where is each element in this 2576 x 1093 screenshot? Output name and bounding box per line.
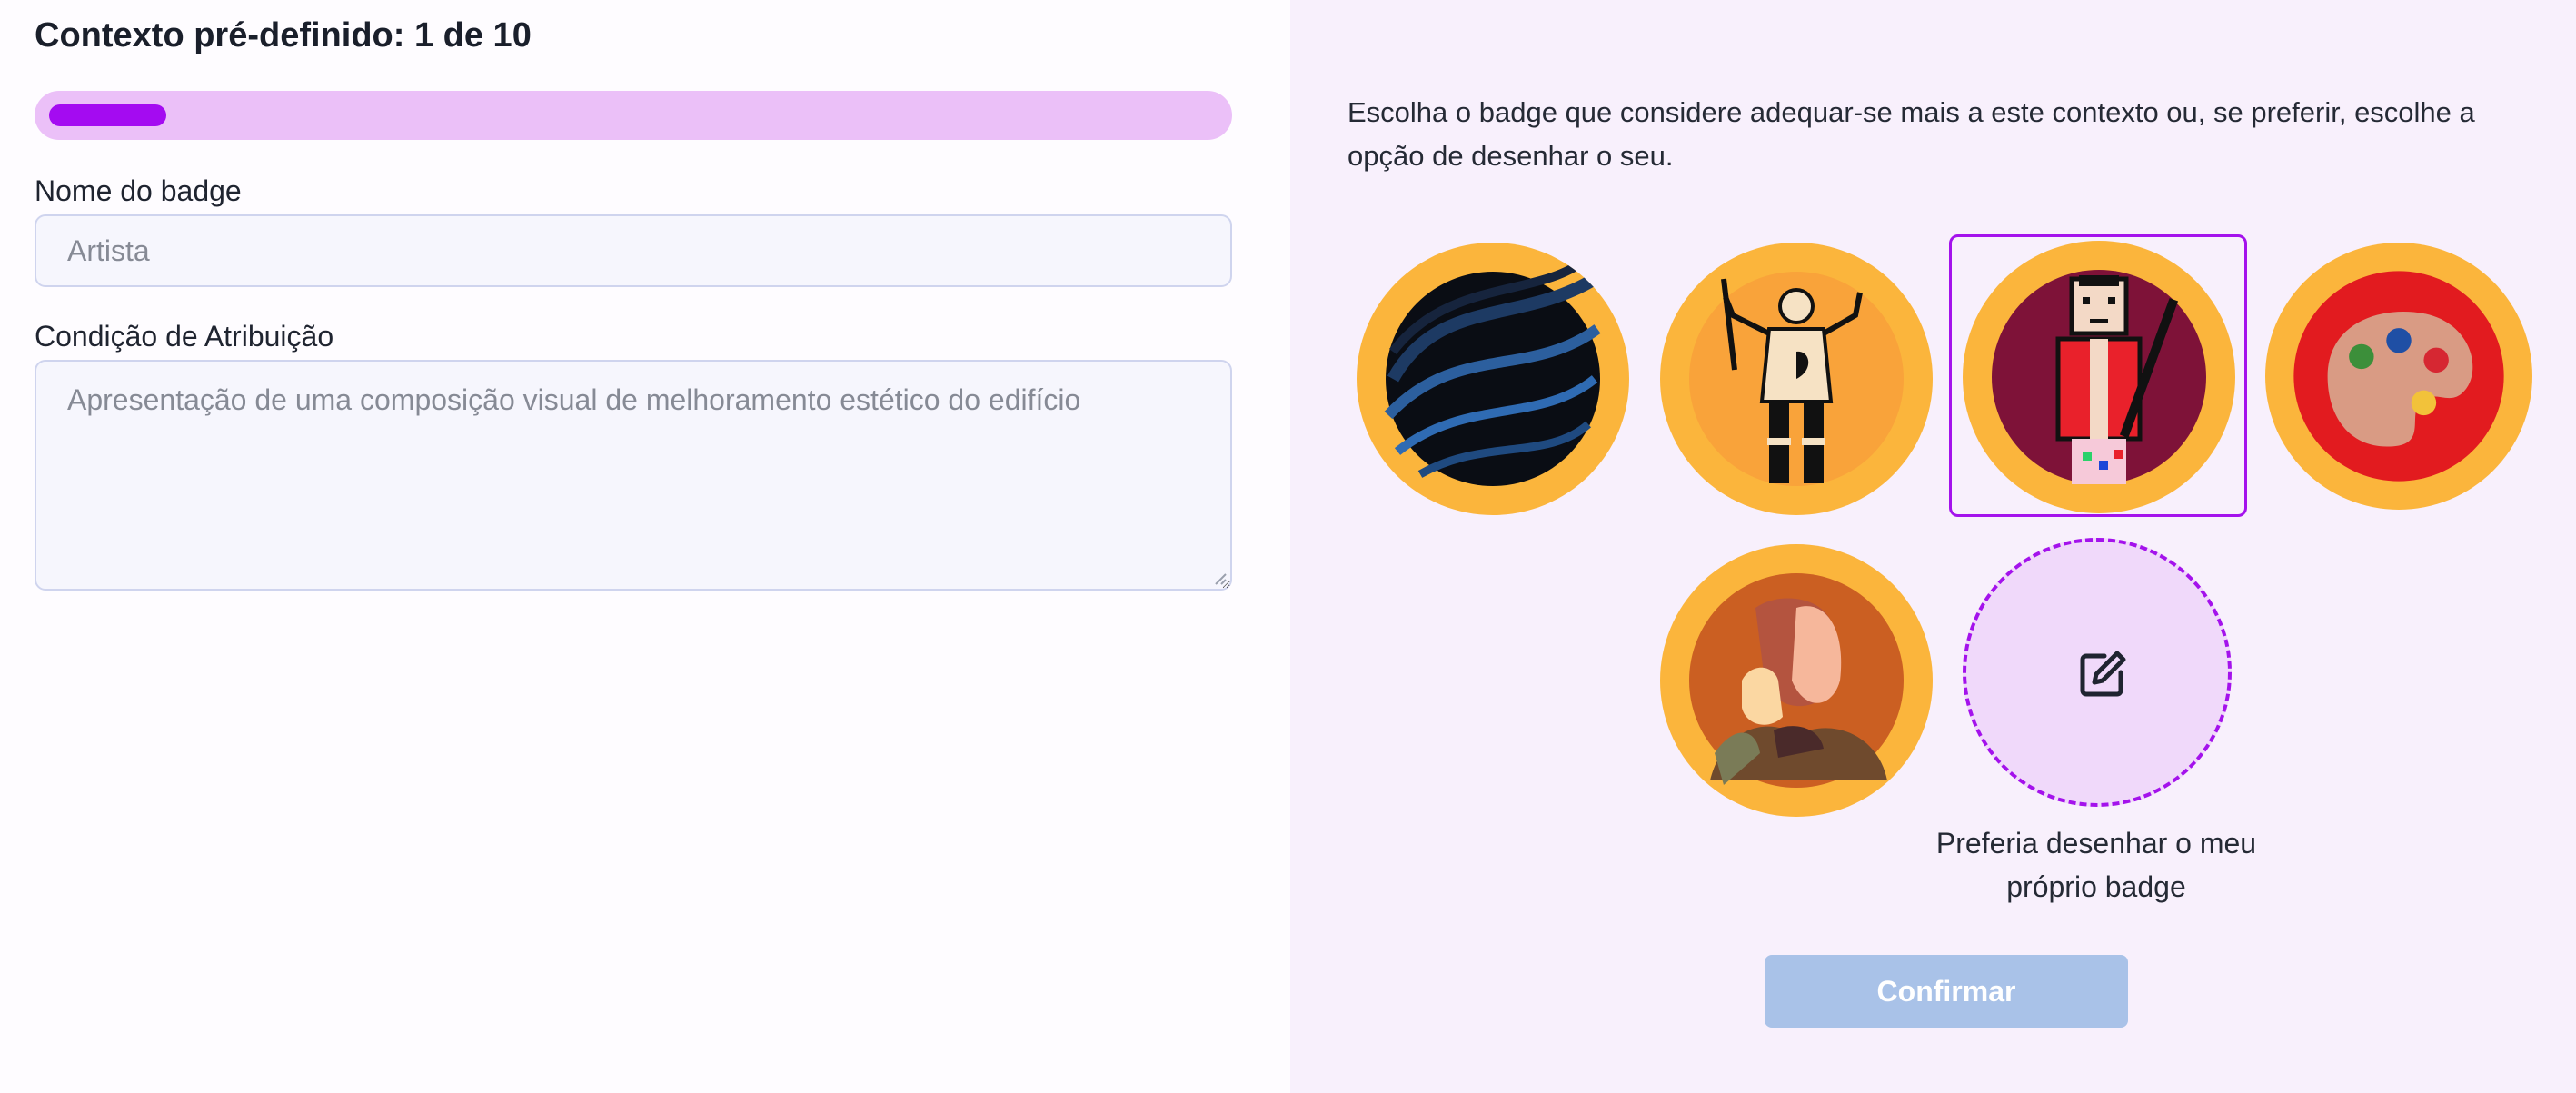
badge-option-1[interactable]: [1354, 240, 1632, 518]
badge-option-5[interactable]: [1657, 542, 1935, 820]
painter-figure-badge-icon: [1660, 243, 1933, 515]
pixel-artist-badge-icon: [1963, 241, 2235, 513]
badge-option-4[interactable]: [2263, 240, 2541, 518]
condition-label: Condição de Atribuição: [35, 320, 334, 353]
badge-option-2[interactable]: [1657, 240, 1935, 518]
draw-own-badge-label: Preferia desenhar o meu próprio badge: [1935, 827, 2257, 903]
draw-own-badge-option[interactable]: [1963, 538, 2232, 807]
page-title: Contexto pré-definido: 1 de 10: [35, 16, 532, 55]
selection-instructions: Escolha o badge que considere adequar-se…: [1348, 96, 2475, 172]
edit-icon: [2080, 651, 2126, 697]
badge-option-3[interactable]: [1949, 234, 2247, 517]
resize-grip-icon[interactable]: [1214, 572, 1227, 585]
paint-palette-badge-icon: [2265, 243, 2532, 510]
form-panel: Contexto pré-definido: 1 de 10 Nome do b…: [0, 0, 1290, 1093]
condition-textarea[interactable]: [35, 360, 1232, 591]
badge-name-label: Nome do badge: [35, 174, 242, 207]
progress-bar-fill: [49, 104, 166, 126]
dark-waves-badge-icon: [1357, 243, 1629, 515]
thinking-person-badge-icon: [1660, 544, 1933, 817]
progress-bar: [35, 91, 1232, 140]
confirm-button[interactable]: Confirmar: [1765, 955, 2128, 1028]
badge-name-input[interactable]: [35, 214, 1232, 287]
